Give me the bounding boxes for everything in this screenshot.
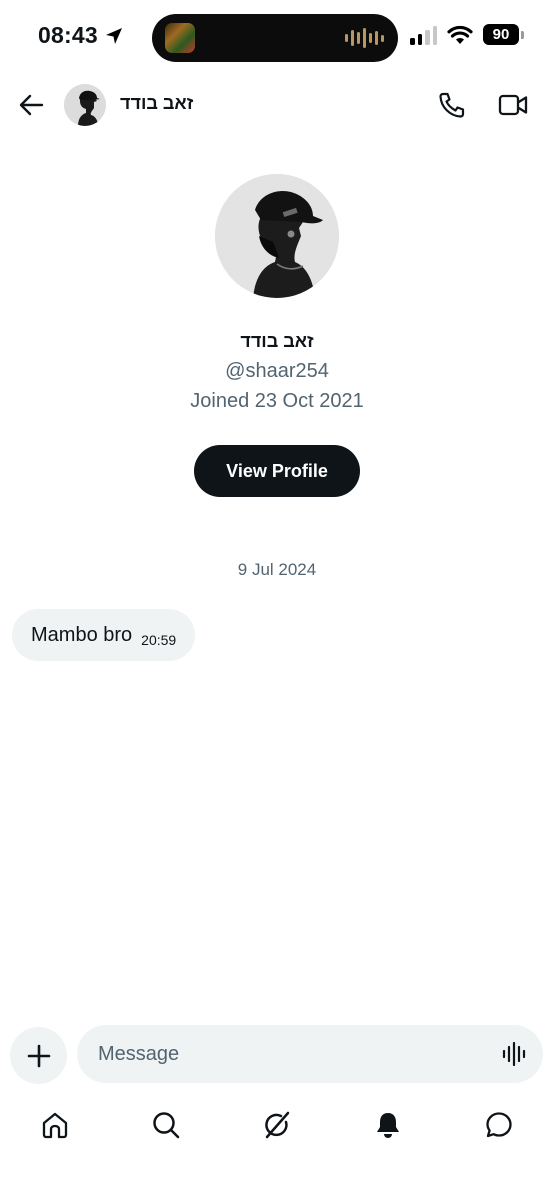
location-arrow-icon <box>105 27 122 44</box>
date-separator: 9 Jul 2024 <box>237 560 317 579</box>
message-time: 20:59 <box>141 632 177 648</box>
battery-level: 90 <box>483 24 519 45</box>
notifications-bell-icon <box>377 1113 399 1138</box>
avatar-image <box>64 84 106 126</box>
grok-icon <box>265 1111 290 1139</box>
nav-home[interactable] <box>40 1110 70 1140</box>
home-icon <box>42 1112 68 1139</box>
profile-joined-date: Joined 23 Oct 2021 <box>190 390 364 412</box>
status-time: 08:43 <box>38 22 124 49</box>
voice-message-button[interactable] <box>502 1041 528 1067</box>
nav-messages[interactable] <box>484 1110 514 1140</box>
phone-icon <box>439 92 465 118</box>
audio-wave-icon <box>345 27 384 49</box>
back-arrow-icon <box>19 94 44 116</box>
battery-indicator: 90 <box>483 24 524 45</box>
nav-grok[interactable] <box>262 1110 292 1140</box>
video-camera-icon <box>498 94 528 116</box>
status-indicators: 90 <box>410 24 524 45</box>
search-icon <box>153 1112 180 1139</box>
now-playing-artwork <box>165 23 195 53</box>
messages-icon <box>486 1112 512 1138</box>
conversation-header: זאב בודד <box>0 78 554 132</box>
nav-notifications[interactable] <box>373 1110 403 1140</box>
header-avatar[interactable] <box>64 84 106 126</box>
clock-time: 08:43 <box>38 22 98 48</box>
plus-icon <box>27 1044 50 1067</box>
dynamic-island[interactable] <box>152 14 398 62</box>
back-button[interactable] <box>16 90 46 120</box>
call-button[interactable] <box>437 90 467 120</box>
message-text: Mambo bro <box>31 623 133 646</box>
profile-name: זאב בודד <box>240 331 314 351</box>
message-input[interactable] <box>77 1025 543 1083</box>
message-bubble[interactable]: Mambo bro 20:59 <box>12 609 196 661</box>
voice-wave-icon <box>502 1041 526 1067</box>
profile-handle: @shaar254 <box>225 360 329 382</box>
add-attachment-button[interactable] <box>10 1027 67 1084</box>
profile-avatar[interactable] <box>215 174 339 298</box>
bottom-navigation <box>0 1104 554 1148</box>
cellular-signal-icon <box>410 25 437 45</box>
wifi-icon <box>447 25 473 44</box>
header-contact-name[interactable]: זאב בודד <box>120 93 193 114</box>
video-call-button[interactable] <box>497 90 529 120</box>
view-profile-button[interactable]: View Profile <box>194 445 360 497</box>
profile-photo <box>215 174 339 298</box>
status-bar: 08:43 90 <box>0 0 554 76</box>
nav-search[interactable] <box>151 1110 181 1140</box>
